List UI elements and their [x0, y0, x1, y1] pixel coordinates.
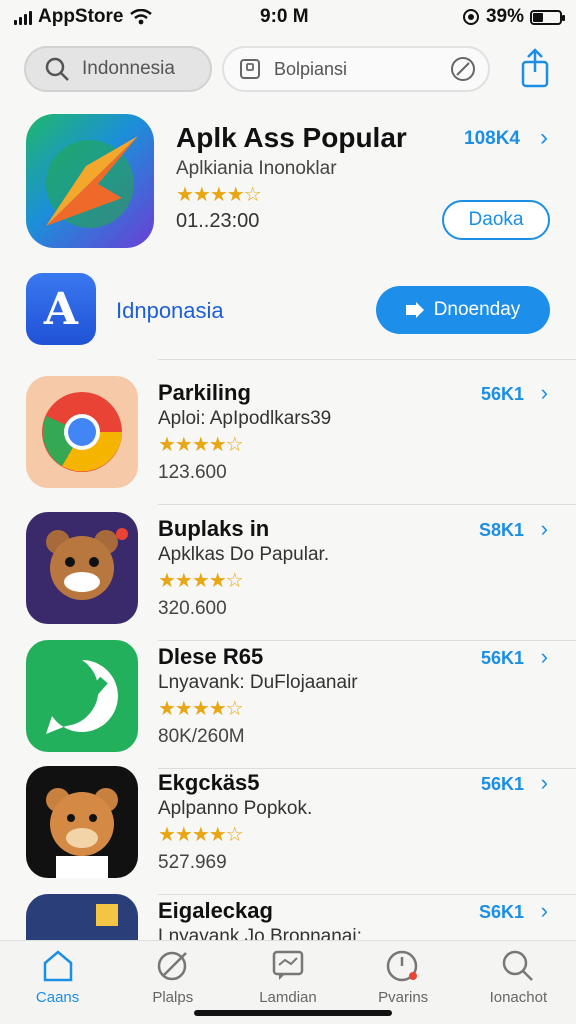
app-download-count[interactable]: 56K1 [481, 648, 524, 669]
search-field-text: Indonnesia [82, 58, 175, 79]
bag-icon [240, 59, 260, 79]
app-name: Parkiling [158, 380, 251, 405]
tab-label: Caans [35, 989, 80, 1006]
chat-icon [272, 950, 304, 980]
carrier-label: AppStore [38, 6, 124, 27]
app-download-count[interactable]: 56K1 [481, 774, 524, 795]
app-name: Eigaleckag [158, 898, 273, 923]
tab-label: Plalps [152, 989, 194, 1006]
battery-percent: 39% [485, 6, 524, 27]
clock-icon [386, 950, 418, 982]
chevron-right-icon[interactable]: › [541, 380, 548, 406]
home-icon [43, 950, 72, 982]
home-indicator [194, 1010, 392, 1016]
tab-home[interactable]: Caans [8, 949, 108, 1024]
compass-icon [157, 951, 187, 981]
whatsapp-icon[interactable] [26, 640, 138, 752]
app-list-item[interactable]: Parkiling Aploi: ApIpodlkars39 ★★★★☆ 123.60… [0, 376, 576, 496]
rating-stars: ★★★★☆ [158, 698, 244, 720]
app-download-count[interactable]: S8K1 [479, 520, 524, 541]
tab-label: Pvarins [378, 989, 429, 1006]
download-button[interactable]: Dnoenday [376, 286, 550, 334]
status-bar: AppStore 9:0 M 39% [0, 0, 576, 34]
chevron-right-icon[interactable]: › [541, 898, 548, 924]
app-subtitle: Aploi: ApIpodlkars39 [158, 408, 332, 429]
download-button-label: Dnoenday [433, 299, 521, 320]
tab-label: Lamdian [259, 989, 317, 1006]
arrow-right-icon [405, 302, 424, 318]
app-list-item[interactable]: Dlese R65 Lnyavank: DuFlojaanair ★★★★☆ 80K/… [0, 640, 576, 760]
rating-stars: ★★★★☆ [158, 824, 244, 846]
app-list-item[interactable]: Ekgckäs5 Aplpanno Popkok. ★★★★☆ 527.969 56K1… [0, 766, 576, 886]
app-name: Dlese R65 [158, 644, 264, 669]
rating-stars: ★★★★☆ [158, 570, 244, 592]
chevron-right-icon[interactable]: › [541, 516, 548, 542]
rating-stars: ★★★★☆ [158, 434, 244, 456]
share-icon[interactable] [518, 48, 552, 88]
app-count: 320.600 [158, 598, 227, 619]
app-download-count[interactable]: 56K1 [481, 384, 524, 405]
app-name: Buplaks in [158, 516, 270, 541]
app-subtitle: Lnyavank: DuFlojaanair [158, 672, 358, 693]
chevron-right-icon[interactable]: › [541, 770, 548, 796]
bear-game-icon[interactable] [26, 512, 138, 624]
open-button[interactable]: Daoka [442, 200, 550, 240]
app-subtitle: Apklkas Do Papular. [158, 544, 330, 565]
app-count: 80K/260M [158, 726, 245, 747]
search-field[interactable]: Indonnesia [24, 46, 212, 92]
featured-date: 01..23:00 [176, 210, 260, 232]
chevron-right-icon[interactable]: › [541, 644, 548, 670]
app-count: 527.969 [158, 852, 227, 873]
chevron-right-icon[interactable]: › [540, 124, 548, 152]
filter-field-text: Bolpiansi [274, 58, 348, 79]
app-subtitle: Aplpanno Popkok. [158, 798, 313, 819]
tab-label: Ionachot [489, 989, 548, 1006]
banner-label[interactable]: Idnponasia [116, 298, 224, 324]
wifi-icon [129, 9, 152, 25]
app-list-item[interactable]: Buplaks in Apklkas Do Papular. ★★★★☆ 320.60… [0, 512, 576, 632]
battery-icon [530, 9, 565, 25]
app-name: Ekgckäs5 [158, 770, 260, 795]
search-icon [503, 950, 534, 981]
app-count: 123.600 [158, 462, 227, 483]
tab-ionachot[interactable]: Ionachot [468, 949, 568, 1024]
divider [158, 359, 576, 360]
app-a-icon[interactable]: A [26, 273, 96, 345]
app-download-count[interactable]: S6K1 [479, 902, 524, 923]
featured-app-icon[interactable] [26, 114, 154, 248]
clear-icon[interactable] [450, 56, 476, 82]
featured-title: Aplk Ass Popular [176, 122, 407, 153]
rating-stars: ★★★★☆ [176, 184, 262, 206]
orientation-lock-icon [462, 9, 479, 25]
filter-field[interactable]: Bolpiansi [222, 46, 490, 92]
featured-subtitle: Aplkiania Inonoklar [176, 158, 337, 179]
search-icon [45, 57, 69, 81]
search-row: Indonnesia Bolpiansi [24, 46, 552, 94]
featured-download-count[interactable]: 108K4 [464, 128, 520, 150]
bear-icon[interactable] [26, 766, 138, 878]
chrome-icon[interactable] [26, 376, 138, 488]
clock-time: 9:0 M [260, 6, 309, 27]
signal-icon [14, 9, 32, 25]
divider [158, 504, 576, 505]
